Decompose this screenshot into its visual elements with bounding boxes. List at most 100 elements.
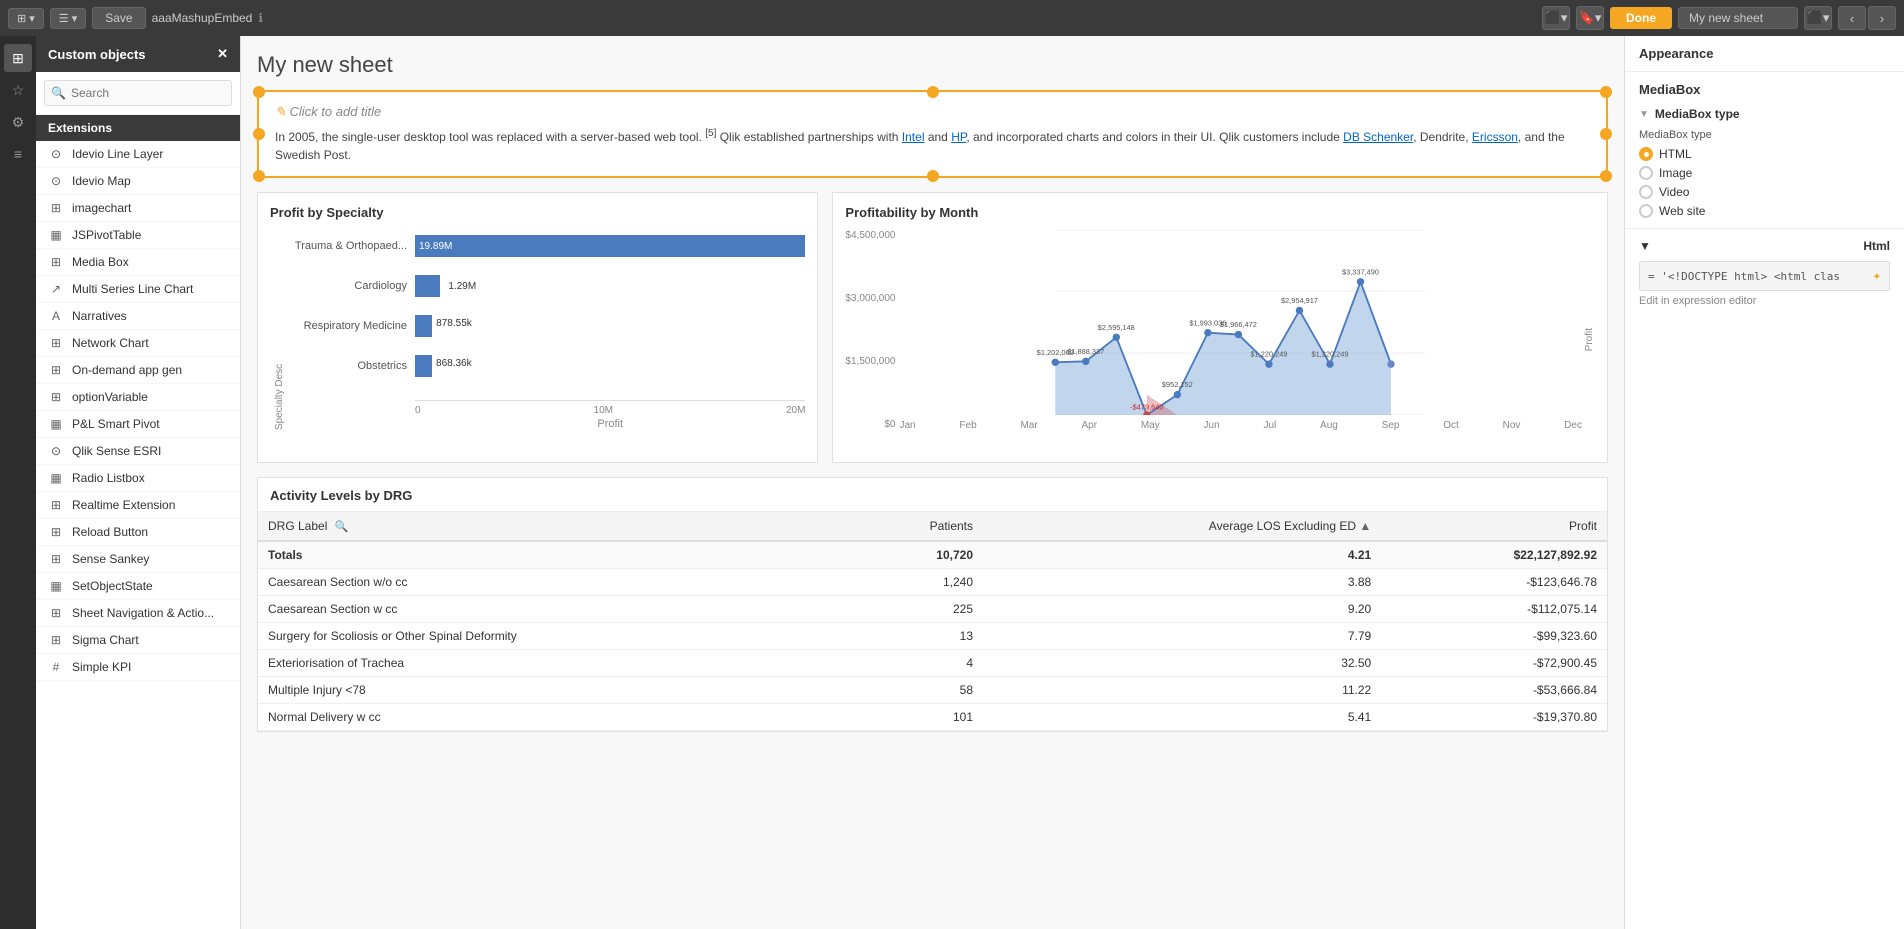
cell-drg-label: Normal Delivery w cc	[258, 704, 845, 731]
link-db-schenker[interactable]: DB Schenker	[1343, 130, 1413, 144]
handle-tr[interactable]	[1600, 86, 1612, 98]
sheet-name-input[interactable]: My new sheet	[1678, 7, 1798, 29]
sidebar-item-radio-listbox[interactable]: ▦ Radio Listbox	[36, 465, 240, 492]
sidebar-item-media-box[interactable]: ⊞ Media Box	[36, 249, 240, 276]
data-point-oct	[1327, 360, 1334, 367]
sidebar-item-idevio-map[interactable]: ⊙ Idevio Map	[36, 168, 240, 195]
search-input[interactable]	[44, 80, 232, 106]
sidebar-item-pnl-smart-pivot[interactable]: ▦ P&L Smart Pivot	[36, 411, 240, 438]
puzzle-icon: ⊞	[48, 606, 64, 620]
handle-bm[interactable]	[927, 170, 939, 182]
nav-icon-fields[interactable]: ⚙	[4, 108, 32, 136]
html-section-header[interactable]: ▼ Html	[1639, 239, 1890, 253]
bookmark-button[interactable]: 🔖▾	[1576, 6, 1604, 30]
table-row-totals[interactable]: Totals 10,720 4.21 $22,127,892.92	[258, 541, 1607, 569]
nav-icon-master[interactable]: ≡	[4, 140, 32, 168]
edit-expression-link[interactable]: Edit in expression editor	[1639, 295, 1890, 307]
done-button[interactable]: Done	[1610, 7, 1672, 29]
link-intel[interactable]: Intel	[902, 130, 925, 144]
radio-image[interactable]: Image	[1639, 166, 1890, 180]
link-ericsson[interactable]: Ericsson	[1472, 130, 1518, 144]
sidebar-item-reload-button[interactable]: ⊞ Reload Button	[36, 519, 240, 546]
sidebar-item-on-demand-app-gen[interactable]: ⊞ On-demand app gen	[36, 357, 240, 384]
sidebar-item-multi-series-line-chart[interactable]: ↗ Multi Series Line Chart	[36, 276, 240, 303]
activity-table: DRG Label 🔍 Patients Average LOS Excludi…	[258, 512, 1607, 731]
mediabox-type-section-header[interactable]: ▼ MediaBox type	[1639, 107, 1890, 121]
table-row[interactable]: Surgery for Scoliosis or Other Spinal De…	[258, 623, 1607, 650]
sidebar-title: Custom objects	[48, 47, 146, 62]
sidebar-item-qlik-sense-esri[interactable]: ⊙ Qlik Sense ESRI	[36, 438, 240, 465]
handle-bl[interactable]	[253, 170, 265, 182]
table-row[interactable]: Multiple Injury <78 58 11.22 -$53,666.84	[258, 677, 1607, 704]
nav-icon-connections[interactable]: ☆	[4, 76, 32, 104]
bar-fill	[415, 355, 432, 377]
handle-rm[interactable]	[1600, 128, 1612, 140]
layout-button[interactable]: ⬛▾	[1804, 6, 1832, 30]
sidebar-item-sheet-navigation[interactable]: ⊞ Sheet Navigation & Actio...	[36, 600, 240, 627]
cell-los: 3.88	[983, 569, 1381, 596]
table-row[interactable]: Caesarean Section w/o cc 1,240 3.88 -$12…	[258, 569, 1607, 596]
bar-container: 868.36k	[415, 355, 805, 377]
cell-los: 7.79	[983, 623, 1381, 650]
sidebar-item-sigma-chart[interactable]: ⊞ Sigma Chart	[36, 627, 240, 654]
nav-icon-objects[interactable]: ⊞	[4, 44, 32, 72]
handle-tl[interactable]	[253, 86, 265, 98]
sidebar-item-realtime-extension[interactable]: ⊞ Realtime Extension	[36, 492, 240, 519]
cell-profit: -$19,370.80	[1381, 704, 1607, 731]
search-icon-th[interactable]: 🔍	[335, 521, 349, 533]
nav-icons-panel: ⊞ ☆ ⚙ ≡	[0, 36, 36, 929]
cell-los: 4.21	[983, 541, 1381, 569]
handle-tm[interactable]	[927, 86, 939, 98]
sidebar-item-sense-sankey[interactable]: ⊞ Sense Sankey	[36, 546, 240, 573]
sidebar-item-network-chart[interactable]: ⊞ Network Chart	[36, 330, 240, 357]
globe-icon: ⊙	[48, 147, 64, 161]
sidebar-close-icon[interactable]: ✕	[217, 46, 228, 62]
sidebar-active-section[interactable]: Extensions	[36, 115, 240, 141]
data-point-dec	[1388, 360, 1395, 367]
next-sheet-button[interactable]: ›	[1868, 6, 1896, 30]
radio-label-video: Video	[1659, 185, 1689, 199]
device-preview-button[interactable]: ⬛▾	[1542, 6, 1570, 30]
content-area: My new sheet Click to add title In 2005,…	[241, 36, 1624, 929]
radio-video[interactable]: Video	[1639, 185, 1890, 199]
radio-html[interactable]: HTML	[1639, 147, 1890, 161]
value-label-may: $952,152	[1162, 380, 1193, 389]
text-box-add-title[interactable]: Click to add title	[275, 104, 1590, 120]
sidebar-header: Custom objects ✕	[36, 36, 240, 72]
sidebar-item-set-object-state[interactable]: ▦ SetObjectState	[36, 573, 240, 600]
sidebar-item-imagechart[interactable]: ⊞ imagechart	[36, 195, 240, 222]
app-menu-button[interactable]: ⊞ ▾	[8, 8, 44, 29]
top-bar-left: ⊞ ▾ ☰ ▾ Save aaaMashupEmbed ℹ	[8, 7, 1536, 29]
link-hp[interactable]: HP	[951, 130, 966, 144]
table-row[interactable]: Exteriorisation of Trachea 4 32.50 -$72,…	[258, 650, 1607, 677]
radio-website[interactable]: Web site	[1639, 204, 1890, 218]
month-aug: Aug	[1320, 420, 1338, 431]
mediabox-type-section-label: MediaBox type	[1655, 107, 1740, 121]
sidebar-item-simple-kpi[interactable]: # Simple KPI	[36, 654, 240, 681]
expression-editor-icon[interactable]: ✦	[1873, 268, 1881, 284]
table-row[interactable]: Normal Delivery w cc 101 5.41 -$19,370.8…	[258, 704, 1607, 731]
table-row[interactable]: Caesarean Section w cc 225 9.20 -$112,07…	[258, 596, 1607, 623]
html-code-box[interactable]: = '<!DOCTYPE html> <html clas ✦	[1639, 261, 1890, 291]
y-label: $3,000,000	[845, 293, 895, 304]
sidebar-item-narratives[interactable]: A Narratives	[36, 303, 240, 330]
sidebar-item-jspivottable[interactable]: ▦ JSPivotTable	[36, 222, 240, 249]
month-feb: Feb	[959, 420, 976, 431]
list-view-button[interactable]: ☰ ▾	[50, 8, 86, 29]
radio-group: HTML Image Video Web site	[1639, 147, 1890, 218]
data-point-jan	[1052, 359, 1059, 366]
save-button[interactable]: Save	[92, 7, 145, 29]
sort-icon[interactable]: ▲	[1359, 519, 1371, 533]
line-chart-icon: ↗	[48, 282, 64, 296]
sidebar-item-idevio-line-layer[interactable]: ⊙ Idevio Line Layer	[36, 141, 240, 168]
handle-lm[interactable]	[253, 128, 265, 140]
app-info-icon: ℹ	[258, 11, 263, 25]
prev-sheet-button[interactable]: ‹	[1838, 6, 1866, 30]
y-label: $0	[845, 419, 895, 430]
sidebar-item-option-variable[interactable]: ⊞ optionVariable	[36, 384, 240, 411]
cell-profit: -$53,666.84	[1381, 677, 1607, 704]
handle-br[interactable]	[1600, 170, 1612, 182]
puzzle-icon: ⊞	[48, 336, 64, 350]
bar-row-respiratory: Respiratory Medicine 878.55k	[285, 315, 805, 337]
cell-drg-label: Caesarean Section w/o cc	[258, 569, 845, 596]
